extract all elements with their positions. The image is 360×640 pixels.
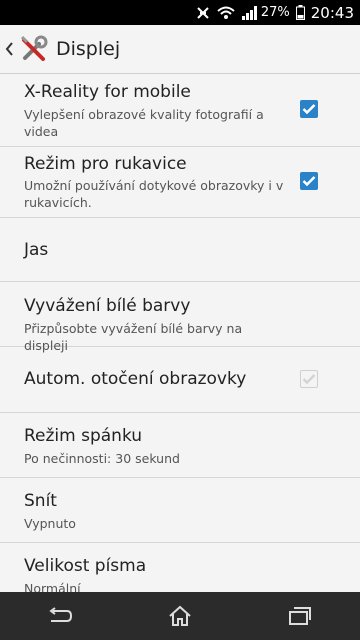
status-bar: 27% 20:43 <box>0 0 360 25</box>
setting-title: Autom. otočení obrazovky <box>24 369 247 389</box>
setting-title: Velikost písma <box>24 556 147 576</box>
setting-subtitle: Umožní používání dotykové obrazovky i v … <box>24 178 284 210</box>
setting-auto-rotate[interactable]: Autom. otočení obrazovky <box>0 347 360 413</box>
navigation-bar <box>0 592 360 640</box>
setting-subtitle: Vypnuto <box>24 516 76 531</box>
setting-daydream[interactable]: Snít Vypnuto <box>0 478 360 543</box>
setting-title: X-Reality for mobile <box>24 82 191 102</box>
recent-apps-icon <box>289 607 311 625</box>
page-title: Displej <box>56 38 121 60</box>
battery-percent: 27% <box>260 5 290 20</box>
silent-icon <box>195 0 211 25</box>
setting-x-reality[interactable]: X-Reality for mobile Vylepšení obrazové … <box>0 74 360 147</box>
x-reality-checkbox[interactable] <box>300 100 318 118</box>
setting-subtitle: Po nečinnosti: 30 sekund <box>24 451 180 466</box>
setting-title: Jas <box>24 240 49 260</box>
battery-icon <box>295 0 305 25</box>
nav-home-button[interactable] <box>150 592 210 640</box>
nav-back-button[interactable] <box>30 592 90 640</box>
home-icon <box>169 605 191 626</box>
clock: 20:43 <box>310 3 354 22</box>
back-arrow-icon[interactable] <box>2 25 16 73</box>
checkmark-icon <box>302 176 316 187</box>
setting-brightness[interactable]: Jas <box>0 218 360 282</box>
signal-icon <box>241 0 257 25</box>
checkmark-icon <box>302 374 316 385</box>
nav-recents-button[interactable] <box>270 592 330 640</box>
setting-white-balance[interactable]: Vyvážení bílé barvy Přizpůsobte vyvážení… <box>0 282 360 353</box>
settings-tools-icon[interactable] <box>16 25 52 73</box>
setting-subtitle: Vylepšení obrazové kvality fotografií a … <box>24 107 264 139</box>
setting-title: Snít <box>24 491 57 511</box>
auto-rotate-checkbox[interactable] <box>300 370 318 388</box>
setting-sleep[interactable]: Režim spánku Po nečinnosti: 30 sekund <box>0 413 360 478</box>
setting-title: Vyvážení bílé barvy <box>24 296 191 316</box>
setting-title: Režim spánku <box>24 426 143 446</box>
action-bar: Displej <box>0 25 360 74</box>
setting-title: Režim pro rukavice <box>24 154 187 174</box>
glove-mode-checkbox[interactable] <box>300 172 318 190</box>
checkmark-icon <box>302 104 316 115</box>
back-icon <box>49 607 73 622</box>
setting-glove-mode[interactable]: Režim pro rukavice Umožní používání doty… <box>0 147 360 218</box>
wifi-icon <box>217 0 235 25</box>
